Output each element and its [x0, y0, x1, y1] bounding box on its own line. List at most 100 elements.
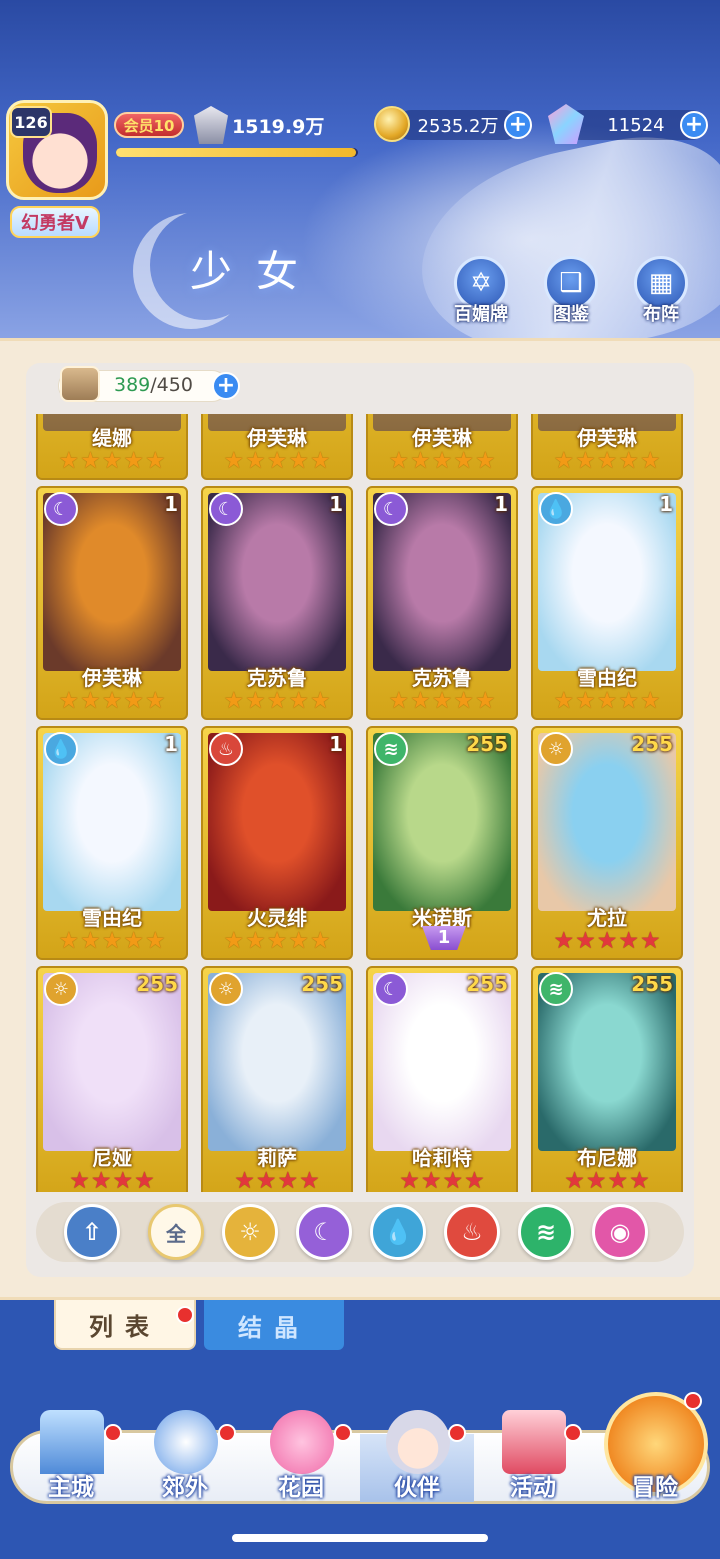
star-rating: ★ ★ ★ ★ ★ [213, 450, 341, 473]
moon-element-icon[interactable]: ☾ [296, 1204, 352, 1260]
add-gold-button[interactable]: + [504, 111, 532, 139]
vip-badge[interactable]: 会员10 [114, 112, 184, 138]
formation-button[interactable]: ▦ 布阵 [626, 256, 696, 328]
card-level: 1 [329, 732, 343, 756]
star-icon: ★ [80, 448, 101, 474]
star-icon: ★ [144, 448, 166, 474]
tab-crystal[interactable]: 结晶 [204, 1300, 344, 1350]
card-deck-button[interactable]: ✡ 百媚牌 [446, 256, 516, 328]
star-icon: ★ [112, 1168, 134, 1193]
partner-card[interactable]: ☾ 1 克苏鲁 ★ ★ ★ ★ ★ [366, 486, 518, 720]
star-icon: ★ [596, 448, 618, 474]
gold-coin-icon [374, 106, 410, 142]
star-icon: ★ [58, 448, 80, 474]
partner-card[interactable]: 伊芙琳 ★ ★ ★ ★ ★ [201, 414, 353, 480]
card-name: 雪由纪 [82, 906, 142, 930]
card-grid[interactable]: 缇娜 ★ ★ ★ ★ ★ 伊芙琳 ★ ★ ★ ★ ★ 伊芙琳 ★ ★ ★ ★ ★ 伊芙琳 ★ ★ ★ ★ ★ ☾ 1 伊芙琳 ★ ★ ★ ★… [30, 414, 692, 1192]
partner-card[interactable]: 💧 1 雪由纪 ★ ★ ★ ★ ★ [36, 726, 188, 960]
header-background [0, 0, 720, 350]
star-rating: ★ ★ ★ ★ ★ [378, 450, 506, 473]
player-level-badge: 126 [10, 106, 52, 138]
star-icon: ★ [245, 928, 266, 954]
partner-card[interactable]: 伊芙琳 ★ ★ ★ ★ ★ [531, 414, 683, 480]
collection-bag-icon [60, 366, 100, 402]
star-element-icon[interactable]: ◉ [592, 1204, 648, 1260]
collection-count: 389/450 [114, 374, 193, 396]
nav-garden-notification-dot [334, 1424, 352, 1442]
star-icon: ★ [299, 1168, 320, 1193]
star-rating: ★ ★ ★ ★ ★ [48, 930, 176, 953]
star-icon: ★ [431, 688, 453, 714]
card-name: 尤拉 [587, 906, 627, 930]
star-icon: ★ [474, 448, 496, 474]
card-name: 哈莉特 [412, 1146, 472, 1170]
card-name: 莉萨 [257, 1146, 297, 1170]
partner-card[interactable]: ☼ 255 尼娅 ★ ★ ★ ★ [36, 966, 188, 1192]
star-icon: ★ [596, 688, 618, 714]
partner-card[interactable]: ♨ 1 火灵绯 ★ ★ ★ ★ ★ [201, 726, 353, 960]
card-name: 伊芙琳 [577, 426, 637, 450]
star-icon: ★ [134, 1168, 155, 1193]
card-name: 伊芙琳 [247, 426, 307, 450]
star-icon: ★ [80, 928, 101, 954]
partner-card[interactable]: ☼ 255 莉萨 ★ ★ ★ ★ [201, 966, 353, 1192]
fire-element-icon[interactable]: ♨ [444, 1204, 500, 1260]
tab-list-notification-dot [176, 1306, 194, 1324]
sort-up-icon[interactable]: ⇧ [64, 1204, 120, 1260]
card-name: 伊芙琳 [82, 666, 142, 690]
gallery-button[interactable]: ❑ 图鉴 [536, 256, 606, 328]
card-deck-label: 百媚牌 [454, 304, 508, 325]
star-icon: ★ [399, 1168, 420, 1193]
partner-card[interactable]: ☾ 1 克苏鲁 ★ ★ ★ ★ ★ [201, 486, 353, 720]
partner-card[interactable]: ☼ 255 尤拉 ★ ★ ★ ★ ★ [531, 726, 683, 960]
filter-all-button[interactable]: 全 [148, 1204, 204, 1260]
water-element-icon[interactable]: 💧 [370, 1204, 426, 1260]
card-name: 火灵绯 [247, 906, 307, 930]
nav-item-adventure[interactable]: 冒险 [600, 1410, 710, 1506]
star-icon: ★ [101, 448, 123, 474]
partner-card[interactable]: ≋ 255 布尼娜 ★ ★ ★ ★ [531, 966, 683, 1192]
nav-main-city-notification-dot [104, 1424, 122, 1442]
add-gem-button[interactable]: + [680, 111, 708, 139]
star-icon: ★ [607, 1168, 629, 1193]
star-icon: ★ [388, 448, 410, 474]
card-name: 克苏鲁 [412, 666, 472, 690]
exp-bar [116, 148, 358, 157]
gift-box-icon [502, 1410, 566, 1474]
partner-card[interactable]: ≋ 255 米诺斯 1 [366, 726, 518, 960]
card-name: 雪由纪 [577, 666, 637, 690]
wind-element-icon: ≋ [374, 732, 408, 766]
wind-element-icon[interactable]: ≋ [518, 1204, 574, 1260]
home-indicator[interactable] [232, 1534, 488, 1542]
partner-card[interactable]: 伊芙琳 ★ ★ ★ ★ ★ [366, 414, 518, 480]
star-icon: ★ [144, 688, 166, 714]
star-icon: ★ [464, 1168, 485, 1193]
star-icon: ★ [144, 928, 166, 954]
card-level: 1 [164, 492, 178, 516]
star-icon: ★ [309, 928, 331, 954]
star-rating: ★ ★ ★ ★ ★ [48, 690, 176, 713]
partner-card[interactable]: ☾ 255 哈莉特 ★ ★ ★ ★ [366, 966, 518, 1192]
moon-element-icon: ☾ [44, 492, 78, 526]
water-element-icon: 💧 [539, 492, 573, 526]
star-icon: ★ [410, 448, 431, 474]
partner-card[interactable]: ☾ 1 伊芙琳 ★ ★ ★ ★ ★ [36, 486, 188, 720]
partner-card[interactable]: 💧 1 雪由纪 ★ ★ ★ ★ ★ [531, 486, 683, 720]
star-icon: ★ [453, 688, 474, 714]
collection-max: /450 [150, 374, 193, 396]
card-level: 255 [466, 732, 508, 756]
sun-element-icon: ☼ [44, 972, 78, 1006]
nav-partner-notification-dot [448, 1424, 466, 1442]
card-level: 1 [329, 492, 343, 516]
tab-list[interactable]: 列表 [54, 1300, 196, 1350]
star-icon: ★ [123, 688, 144, 714]
power-value: 1519.9万 [232, 116, 325, 138]
expand-collection-button[interactable]: + [212, 372, 240, 400]
moon-element-icon: ☾ [374, 492, 408, 526]
partner-card[interactable]: 缇娜 ★ ★ ★ ★ ★ [36, 414, 188, 480]
star-icon: ★ [453, 448, 474, 474]
nav-activity-notification-dot [564, 1424, 582, 1442]
page-title: 少女 [190, 247, 323, 296]
star-rating: ★ ★ ★ ★ ★ [213, 690, 341, 713]
sun-element-icon[interactable]: ☼ [222, 1204, 278, 1260]
